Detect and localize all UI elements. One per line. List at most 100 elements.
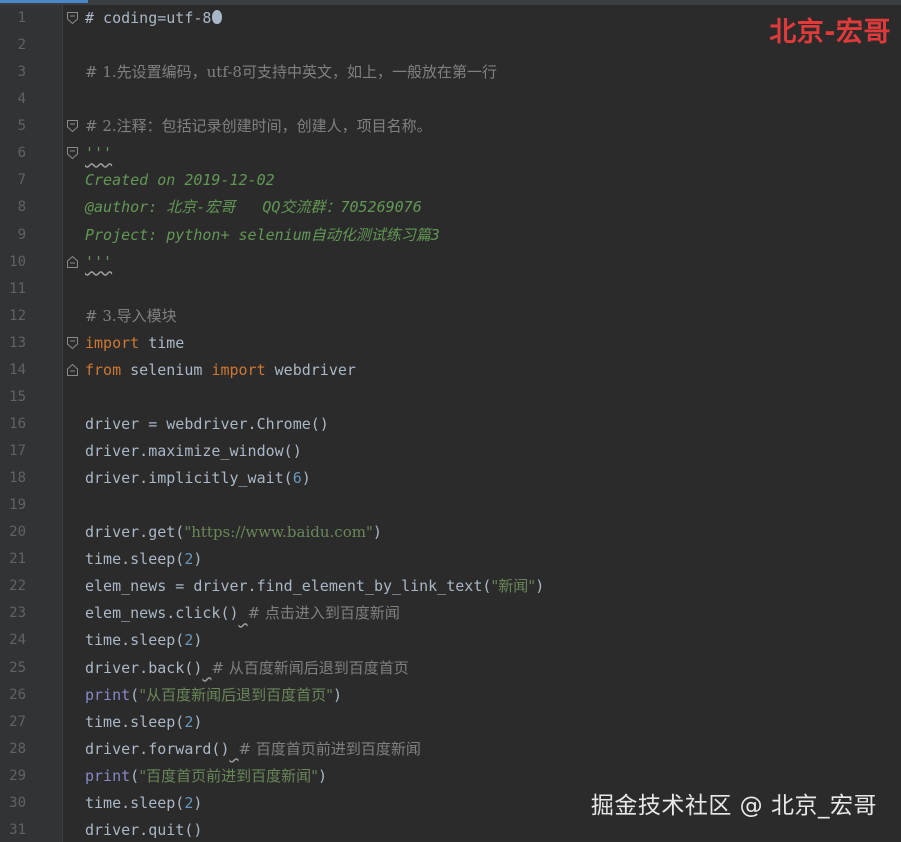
line-number: 19 <box>9 497 26 514</box>
code-line[interactable]: 14 from selenium import webdriver <box>0 357 901 384</box>
line-number: 21 <box>9 551 26 568</box>
code-line[interactable]: 26 print("从百度新闻后退到百度首页") <box>0 682 901 709</box>
string-token: "从百度新闻后退到百度首页" <box>139 685 333 704</box>
line-number: 1 <box>17 10 26 26</box>
code-line[interactable]: 23 elem_news.click() # 点击进入到百度新闻 <box>0 600 901 627</box>
code-comment: # 1.先设置编码，utf-8可支持中英文，如上，一般放在第一行 <box>85 63 497 82</box>
code-text: ( <box>130 766 140 785</box>
code-comment: # 点击进入到百度新闻 <box>247 604 400 623</box>
fold-close-icon[interactable] <box>67 255 78 268</box>
line-number: 5 <box>17 118 26 135</box>
code-text: ( <box>130 685 140 704</box>
code-line[interactable]: 31 driver.quit() <box>0 817 901 842</box>
code-line[interactable]: 10 ''' <box>0 249 901 276</box>
code-lines[interactable]: 1 # coding=utf-8 2 3 # 1.先设置编码，utf-8可支持中英文，如… <box>0 5 901 842</box>
code-text: ) <box>333 685 343 704</box>
code-line[interactable]: 15 <box>0 384 901 411</box>
code-line[interactable]: 24 time.sleep(2) <box>0 627 901 654</box>
code-content: time.sleep(2) <box>85 790 202 817</box>
code-content: time.sleep(2) <box>85 627 202 654</box>
cursor-icon <box>212 10 223 24</box>
code-line[interactable]: 12 # 3.导入模块 <box>0 303 901 330</box>
code-content: ''' <box>85 140 112 167</box>
line-number: 8 <box>17 199 26 216</box>
code-text: time.sleep( <box>85 793 185 812</box>
fold-open-icon[interactable] <box>67 336 78 349</box>
code-line[interactable]: 17 driver.maximize_window() <box>0 438 901 465</box>
line-number: 23 <box>9 605 26 622</box>
code-line[interactable]: 4 <box>0 86 901 113</box>
line-number: 12 <box>9 307 26 324</box>
code-text: elem_news = driver.find_element_by_link_… <box>85 577 492 596</box>
code-line[interactable]: 8 @author: 北京-宏哥 QQ交流群：705269076 <box>0 194 901 221</box>
code-text: ) <box>193 793 203 812</box>
keyword-token: import <box>211 360 266 379</box>
code-line[interactable]: 21 time.sleep(2) <box>0 546 901 573</box>
active-tab-indicator <box>0 0 88 3</box>
line-number: 4 <box>17 91 26 108</box>
code-content: time.sleep(2) <box>85 709 202 736</box>
code-text: ) <box>301 469 311 488</box>
code-line[interactable]: 18 driver.implicitly_wait(6) <box>0 465 901 492</box>
code-content: # 2.注释：包括记录创建时间，创建人，项目名称。 <box>85 113 432 140</box>
code-text: driver.back() <box>85 658 203 677</box>
code-text: time.sleep( <box>85 631 185 650</box>
code-line[interactable]: 7 Created on 2019-12-02 <box>0 167 901 194</box>
code-line[interactable]: 6 ''' <box>0 140 901 167</box>
community-watermark: 掘金技术社区 @ 北京_宏哥 <box>590 793 877 819</box>
docstring-text: ''' <box>85 252 113 271</box>
string-token: "https://www.baidu.com" <box>184 523 373 542</box>
code-line[interactable]: 28 driver.forward() # 百度首页前进到百度新闻 <box>0 736 901 763</box>
code-line[interactable]: 19 <box>0 492 901 519</box>
code-line[interactable]: 5 # 2.注释：包括记录创建时间，创建人，项目名称。 <box>0 113 901 140</box>
line-number: 31 <box>9 821 26 838</box>
code-line[interactable]: 20 driver.get("https://www.baidu.com") <box>0 519 901 546</box>
code-text: driver = webdriver.Chrome() <box>85 414 329 433</box>
fold-close-icon[interactable] <box>67 363 78 376</box>
code-line[interactable]: 25 driver.back() # 从百度新闻后退到百度首页 <box>0 655 901 682</box>
code-line[interactable]: 2 <box>0 32 901 59</box>
code-comment: # 3.导入模块 <box>85 306 177 325</box>
code-content: print("从百度新闻后退到百度首页") <box>85 682 342 709</box>
code-line[interactable]: 16 driver = webdriver.Chrome() <box>0 411 901 438</box>
code-line[interactable]: 3 # 1.先设置编码，utf-8可支持中英文，如上，一般放在第一行 <box>0 59 901 86</box>
code-text: ) <box>372 523 382 542</box>
code-content: elem_news = driver.find_element_by_link_… <box>85 573 544 600</box>
code-content: @author: 北京-宏哥 QQ交流群：705269076 <box>85 194 422 221</box>
code-text: # coding=utf-8 <box>85 9 212 27</box>
code-line[interactable]: 1 # coding=utf-8 <box>0 5 901 32</box>
fold-open-icon[interactable] <box>67 12 78 24</box>
code-text: ) <box>193 712 203 731</box>
line-number: 20 <box>9 524 26 541</box>
code-text: ) <box>193 550 203 569</box>
author-watermark: 北京-宏哥 <box>769 17 891 48</box>
docstring-text: @author: 北京-宏哥 QQ交流群：705269076 <box>85 198 422 217</box>
code-editor[interactable]: 1 # coding=utf-8 2 3 # 1.先设置编码，utf-8可支持中英文，如… <box>0 0 901 842</box>
line-number: 6 <box>17 145 26 162</box>
code-text: elem_news.click() <box>85 604 239 623</box>
line-number: 30 <box>9 794 26 811</box>
docstring-text: Created on 2019-12-02 <box>85 171 275 190</box>
code-text: driver.implicitly_wait( <box>85 469 293 488</box>
code-line[interactable]: 27 time.sleep(2) <box>0 709 901 736</box>
line-number: 9 <box>17 226 26 243</box>
code-text: driver.maximize_window() <box>85 442 302 460</box>
line-number: 26 <box>9 686 26 703</box>
code-line[interactable]: 13 import time <box>0 330 901 357</box>
code-comment: # 百度首页前进到百度新闻 <box>238 739 421 758</box>
keyword-token: from <box>85 360 122 379</box>
fold-open-icon[interactable] <box>67 147 78 160</box>
code-line[interactable]: 9 Project: python+ selenium自动化测试练习篇3 <box>0 222 901 249</box>
line-number: 14 <box>9 361 26 378</box>
code-content: elem_news.click() # 点击进入到百度新闻 <box>85 600 400 627</box>
code-line[interactable]: 22 elem_news = driver.find_element_by_lin… <box>0 573 901 600</box>
code-content: from selenium import webdriver <box>85 357 356 384</box>
code-content: driver.back() # 从百度新闻后退到百度首页 <box>85 655 409 682</box>
code-content: Created on 2019-12-02 <box>85 167 275 194</box>
code-content: ''' <box>85 249 112 276</box>
fold-open-icon[interactable] <box>67 120 78 133</box>
code-content: driver.forward() # 百度首页前进到百度新闻 <box>85 736 421 763</box>
code-content: # coding=utf-8 <box>85 5 223 32</box>
code-line[interactable]: 11 <box>0 276 901 303</box>
